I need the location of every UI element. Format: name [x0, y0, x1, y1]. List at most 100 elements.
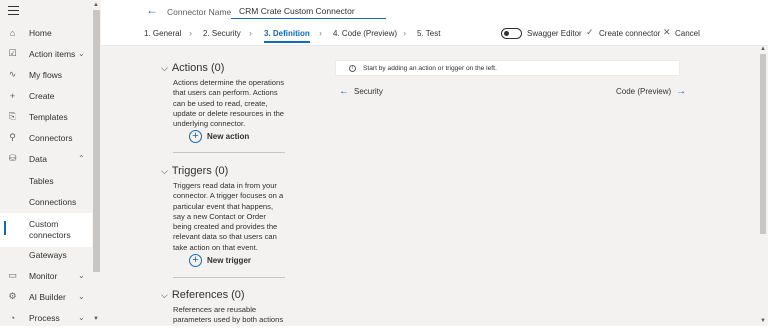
main-scrollbar[interactable]: ▲ ▼ [758, 46, 768, 326]
triggers-description: Triggers read data in from your connecto… [173, 181, 284, 252]
chevron-right-icon: › [403, 28, 406, 38]
chevron-down-icon: ⌄ [78, 271, 85, 280]
hamburger-menu-icon[interactable] [8, 6, 19, 16]
definition-workspace: ⌵ Actions (0) Actions determine the oper… [101, 46, 758, 326]
section-divider [173, 277, 285, 278]
chevron-right-icon: › [249, 28, 252, 38]
nav-label: Custom connectors [29, 219, 71, 240]
nav-label: Tables [29, 175, 54, 186]
toggle-knob [504, 31, 509, 36]
chevron-down-icon[interactable]: ⌵ [161, 166, 168, 177]
chevron-down-icon[interactable]: ⌵ [161, 63, 168, 74]
references-description: References are reusable parameters used … [173, 305, 284, 325]
nav-item-connections[interactable]: Connections [0, 191, 92, 212]
triggers-header[interactable]: ⌵ Triggers (0) [161, 164, 285, 178]
scroll-up-icon[interactable]: ▲ [760, 46, 766, 52]
triggers-title: Triggers (0) [171, 165, 229, 177]
step-code-preview[interactable]: 4. Code (Preview) [333, 29, 397, 38]
swagger-editor-toggle[interactable] [501, 28, 522, 39]
nav-label: Connectors [29, 132, 73, 143]
create-connector-button[interactable]: Create connector [599, 29, 660, 38]
nav-scrollbar-thumb[interactable] [93, 10, 100, 272]
triggers-section: ⌵ Triggers (0) Triggers read data in fro… [161, 164, 285, 253]
scroll-down-icon[interactable]: ▼ [93, 316, 99, 322]
main-scrollbar-thumb[interactable] [760, 54, 766, 234]
add-icon: + [189, 254, 202, 267]
nav-item-gateways[interactable]: Gateways [0, 244, 92, 265]
arrow-left-icon: ← [339, 86, 349, 97]
info-message-bar: i Start by adding an action or trigger o… [335, 60, 680, 76]
swagger-editor-label: Swagger Editor [527, 29, 582, 38]
process-icon: ◔ [9, 312, 16, 323]
chevron-down-icon[interactable]: ⌵ [161, 290, 168, 301]
nav-label: Action items [29, 48, 76, 59]
scroll-up-icon[interactable]: ▲ [93, 2, 99, 8]
monitor-icon: ▭ [8, 270, 17, 280]
step-definition[interactable]: 3. Definition [264, 29, 310, 43]
nav-item-ai-builder[interactable]: ⚙ AI Builder ⌄ [0, 286, 92, 307]
actions-description: Actions determine the operations that us… [173, 78, 285, 129]
chevron-up-icon: ⌃ [78, 154, 85, 163]
info-icon: i [349, 64, 356, 72]
references-header[interactable]: ⌵ References (0) [161, 288, 285, 302]
nav-item-custom-connectors[interactable]: Custom connectors [0, 213, 92, 247]
checkmark-icon[interactable]: ✓ [586, 27, 594, 38]
home-icon: ⌂ [9, 27, 16, 38]
previous-step-label: Security [354, 87, 383, 96]
nav-label: Connections [29, 196, 77, 207]
arrow-right-icon: → [676, 86, 687, 97]
nav-scrollbar[interactable]: ▲ ▼ [92, 0, 101, 326]
nav-label: Gateways [29, 249, 67, 260]
connectors-icon: ⚲ [9, 132, 16, 142]
step-general[interactable]: 1. General [144, 29, 181, 38]
references-section: ⌵ References (0) References are reusable… [161, 288, 285, 326]
nav-item-process[interactable]: ◔ Process ⌄ [0, 307, 92, 328]
nav-label: Process [29, 312, 60, 323]
scroll-down-icon[interactable]: ▼ [760, 318, 766, 324]
cancel-button[interactable]: Cancel [675, 29, 700, 38]
previous-step-link[interactable]: ← Security [339, 86, 383, 97]
action-items-icon: ☑ [8, 48, 17, 58]
step-test[interactable]: 5. Test [417, 29, 440, 38]
references-title: References (0) [171, 289, 245, 301]
nav-item-data[interactable]: ⛁ Data ⌃ [0, 148, 92, 169]
nav-item-tables[interactable]: Tables [0, 170, 92, 191]
chevron-right-icon: › [189, 28, 192, 38]
actions-title: Actions (0) [171, 62, 225, 74]
create-icon: + [9, 90, 16, 101]
section-divider [173, 152, 285, 153]
data-icon: ⛁ [8, 153, 17, 163]
nav-item-home[interactable]: ⌂ Home [0, 22, 92, 43]
next-step-link[interactable]: Code (Preview) → [616, 86, 686, 97]
templates-icon: ⎘ [8, 111, 17, 121]
close-icon[interactable]: ✕ [663, 27, 671, 38]
nav-item-create[interactable]: + Create [0, 85, 92, 106]
connector-name-label: Connector Name [167, 7, 232, 17]
back-arrow-icon[interactable]: ← [146, 3, 158, 17]
new-trigger-label: New trigger [207, 256, 252, 265]
chevron-down-icon: ⌄ [78, 49, 85, 58]
new-trigger-button[interactable]: + New trigger [189, 254, 251, 267]
next-step-label: Code (Preview) [616, 87, 672, 96]
nav-label: Home [29, 27, 52, 38]
connector-name-input[interactable] [231, 3, 386, 19]
nav-item-my-flows[interactable]: ∿ My flows [0, 64, 92, 85]
nav-label: My flows [29, 69, 63, 80]
nav-item-connectors[interactable]: ⚲ Connectors [0, 127, 92, 148]
nav-label: Monitor [29, 270, 58, 281]
ai-builder-icon: ⚙ [8, 291, 17, 301]
my-flows-icon: ∿ [8, 69, 17, 79]
new-action-button[interactable]: + New action [189, 130, 249, 143]
actions-section: ⌵ Actions (0) Actions determine the oper… [161, 61, 285, 129]
info-message-text: Start by adding an action or trigger on … [363, 64, 497, 72]
nav-item-action-items[interactable]: ☑ Action items ⌄ [0, 43, 92, 64]
nav-label: Data [29, 153, 47, 164]
chevron-right-icon: › [319, 28, 322, 38]
nav-item-monitor[interactable]: ▭ Monitor ⌄ [0, 265, 92, 286]
nav-item-templates[interactable]: ⎘ Templates [0, 106, 92, 127]
nav-label: AI Builder [29, 291, 66, 302]
nav-label: Create [29, 90, 55, 101]
actions-header[interactable]: ⌵ Actions (0) [161, 61, 285, 75]
connector-header: ← Connector Name 1. General › 2. Securit… [101, 0, 768, 46]
step-security[interactable]: 2. Security [203, 29, 241, 38]
